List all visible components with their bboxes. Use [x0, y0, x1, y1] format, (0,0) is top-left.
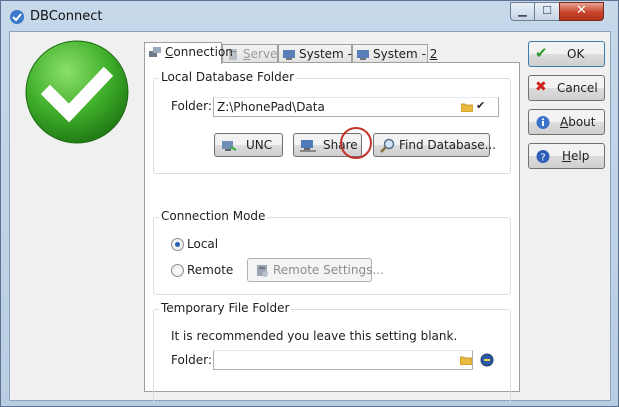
local-radio[interactable] [171, 238, 184, 251]
system-icon [357, 50, 369, 60]
remote-settings-icon [257, 265, 268, 277]
window-title: DBConnect [30, 9, 103, 24]
unc-button[interactable]: UNC [214, 133, 283, 157]
title-bar[interactable]: DBConnect ▁ ☐ ✕ [1, 1, 618, 31]
maximize-icon: ☐ [542, 4, 552, 17]
about-button[interactable]: About [528, 109, 605, 135]
maximize-button[interactable]: ☐ [534, 2, 560, 21]
tab-system-1[interactable]: System - 1 [278, 44, 363, 63]
connection-mode-group: Connection Mode Local Remote Remote Sett… [153, 209, 511, 295]
database-folder-value: Z:\PhonePad\Data [217, 100, 325, 114]
highlight-circle [340, 127, 372, 159]
group-legend: Temporary File Folder [159, 301, 292, 315]
unc-icon [222, 141, 237, 151]
tab-label: onnection [173, 45, 233, 59]
button-label: A [560, 115, 569, 129]
app-icon [10, 10, 24, 24]
button-label: OK [567, 47, 585, 61]
find-database-button[interactable]: Find Database... [373, 133, 496, 157]
button-label: UNC [246, 138, 273, 152]
share-icon [300, 140, 316, 152]
remote-radio[interactable] [171, 264, 184, 277]
tab-system-2[interactable]: System - 2 [352, 44, 437, 63]
tab-label: 2 [429, 47, 438, 61]
close-icon: ✖ [535, 79, 547, 95]
local-radio-label[interactable]: Local [187, 237, 218, 251]
tab-label: S [243, 47, 251, 61]
button-label: Find Database... [399, 138, 497, 152]
group-legend: Connection Mode [159, 209, 268, 223]
check-icon[interactable]: ✔ [476, 99, 485, 112]
button-label: elp [571, 149, 590, 163]
remote-settings-button[interactable]: Remote Settings... [247, 258, 384, 282]
system-icon [283, 50, 295, 60]
tab-label: System - [373, 47, 430, 61]
button-label: Cancel [557, 81, 598, 95]
check-icon: ✔ [535, 44, 548, 62]
folder-label: Folder: [171, 99, 212, 113]
minimize-button[interactable]: ▁ [510, 2, 535, 21]
tab-label: System - [299, 47, 356, 61]
help-button[interactable]: ? Help [528, 143, 605, 169]
local-database-group: Local Database Folder Folder: Z:\PhonePa… [153, 70, 511, 174]
cancel-button[interactable]: ✖ Cancel [528, 75, 605, 101]
svg-text:?: ? [540, 153, 545, 164]
database-folder-input[interactable]: Z:\PhonePad\Data ✔ [213, 97, 499, 117]
close-button[interactable]: ✕ [559, 2, 604, 21]
remote-radio-label[interactable]: Remote [187, 263, 233, 277]
close-icon: ✕ [576, 3, 587, 18]
connection-tab-panel: Local Database Folder Folder: Z:\PhonePa… [144, 62, 520, 404]
connection-icon [149, 47, 161, 57]
button-label: bout [568, 115, 596, 129]
folder-browse-icon[interactable] [460, 355, 472, 365]
info-icon [536, 116, 550, 129]
help-icon: ? [536, 150, 550, 164]
tab-connection[interactable]: Connection [144, 42, 233, 64]
clear-icon[interactable] [480, 353, 494, 367]
big-check-icon [25, 40, 129, 144]
minimize-icon: ▁ [518, 4, 527, 17]
magnifier-icon [380, 138, 395, 153]
temp-folder-input[interactable] [213, 350, 473, 370]
dbconnect-window: DBConnect ▁ ☐ ✕ Connection Server System… [0, 0, 619, 407]
temp-folder-label: Folder: [171, 353, 212, 367]
group-legend: Local Database Folder [159, 70, 297, 84]
button-label: Remote Settings... [273, 263, 384, 277]
button-label: H [562, 149, 572, 163]
ok-button[interactable]: ✔ OK [528, 41, 605, 67]
temp-folder-group: Temporary File Folder It is recommended … [153, 301, 511, 404]
folder-browse-icon[interactable] [461, 102, 473, 112]
dialog-client-area: Connection Server System - 1 System - 2 [9, 31, 611, 404]
temp-folder-note: It is recommended you leave this setting… [171, 329, 458, 343]
